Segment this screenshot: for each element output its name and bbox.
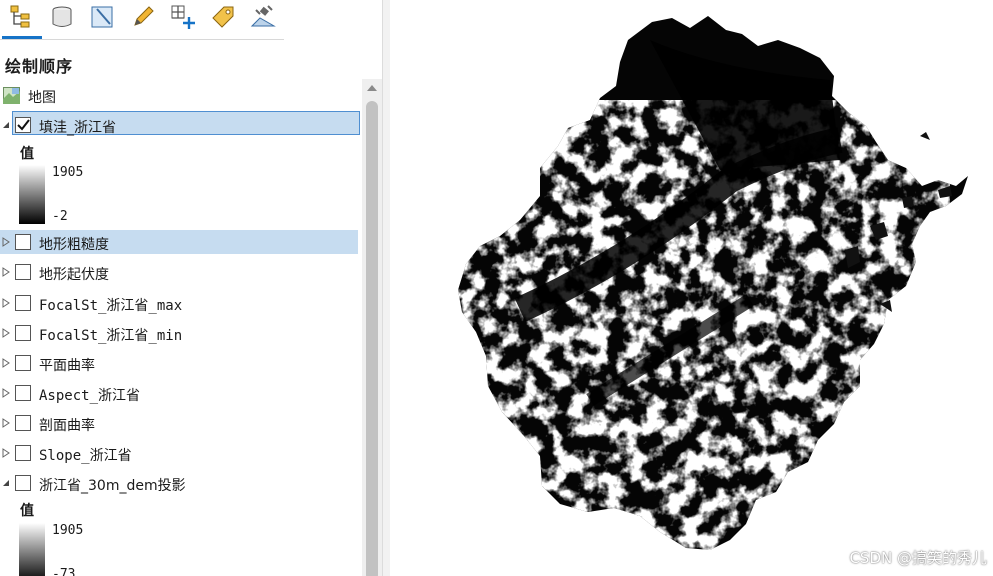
- layer-visibility-checkbox[interactable]: [15, 355, 31, 371]
- layer-visibility-checkbox[interactable]: [15, 385, 31, 401]
- layer-visibility-checkbox[interactable]: [15, 295, 31, 311]
- contents-toolbar: [0, 0, 284, 44]
- layer-visibility-checkbox[interactable]: [15, 264, 31, 280]
- list-by-perspective-imagery-button[interactable]: [248, 0, 278, 34]
- expander-collapsed-icon[interactable]: [2, 387, 10, 399]
- expander-collapsed-icon[interactable]: [2, 357, 10, 369]
- expander-collapsed-icon[interactable]: [2, 266, 10, 278]
- map-item-label: 地图: [28, 90, 56, 106]
- layer-label: 填洼_浙江省: [39, 120, 116, 136]
- layer-visibility-checkbox[interactable]: [15, 117, 31, 133]
- color-ramp: [19, 523, 45, 576]
- layer-label: Aspect_浙江省: [39, 388, 141, 404]
- layer-label: Slope_浙江省: [39, 448, 132, 464]
- contents-pane: 绘制顺序 地图 填洼_浙江省 值 1905 -2 地形粗糙度 地形起伏度 Foc…: [0, 0, 382, 576]
- layer-row-contents: 填洼_浙江省: [0, 113, 362, 137]
- list-by-snapping-icon: [171, 5, 195, 29]
- expander-expanded-icon[interactable]: [2, 477, 10, 489]
- pane-title: 绘制顺序: [5, 57, 74, 76]
- list-by-selection-icon: [91, 6, 113, 28]
- list-by-drawing-order-button[interactable]: [6, 0, 36, 34]
- layer-row[interactable]: 地形起伏度: [0, 260, 362, 284]
- ramp-high-value: 1905: [52, 523, 84, 538]
- list-by-editing-icon: [134, 6, 154, 26]
- list-by-source-button[interactable]: [47, 0, 77, 34]
- toolbar-divider: [0, 39, 284, 40]
- scroll-up-arrow-icon[interactable]: [367, 85, 377, 91]
- map-item[interactable]: 地图: [0, 83, 362, 107]
- list-by-drawing-order-icon: [10, 5, 30, 28]
- layer-label: 浙江省_30m_dem投影: [39, 478, 186, 494]
- expander-collapsed-icon[interactable]: [2, 327, 10, 339]
- map-view[interactable]: CSDN @搞笑的秀儿: [390, 0, 993, 576]
- layer-row[interactable]: Slope_浙江省: [0, 441, 362, 465]
- dem-raster-layer: [458, 16, 968, 550]
- layer-row[interactable]: 浙江省_30m_dem投影: [0, 471, 362, 495]
- expander-collapsed-icon[interactable]: [2, 417, 10, 429]
- layer-row[interactable]: FocalSt_浙江省_min: [0, 321, 362, 345]
- expander-expanded-icon[interactable]: [2, 119, 10, 131]
- layer-label: 平面曲率: [39, 358, 95, 374]
- layer-visibility-checkbox[interactable]: [15, 325, 31, 341]
- layer-label: 地形粗糙度: [39, 237, 109, 253]
- ramp-high-value: 1905: [52, 165, 84, 180]
- layer-row[interactable]: FocalSt_浙江省_max: [0, 291, 362, 315]
- layer-row[interactable]: 地形粗糙度: [0, 230, 358, 254]
- layer-visibility-checkbox[interactable]: [15, 445, 31, 461]
- ramp-low-value: -2: [52, 209, 68, 224]
- expander-collapsed-icon[interactable]: [2, 236, 10, 248]
- expander-collapsed-icon[interactable]: [2, 447, 10, 459]
- color-ramp: [19, 165, 45, 224]
- layer-row[interactable]: Aspect_浙江省: [0, 381, 362, 405]
- layer-visibility-checkbox[interactable]: [15, 234, 31, 250]
- symbology-heading: 值: [20, 503, 34, 519]
- list-by-labeling-button[interactable]: [208, 0, 238, 34]
- symbology-heading: 值: [20, 146, 34, 162]
- layer-visibility-checkbox[interactable]: [15, 475, 31, 491]
- checkmark-icon: [17, 119, 30, 131]
- layer-label: 地形起伏度: [39, 267, 109, 283]
- layer-visibility-checkbox[interactable]: [15, 415, 31, 431]
- layer-row[interactable]: 平面曲率: [0, 351, 362, 375]
- scrollbar-thumb[interactable]: [366, 101, 378, 576]
- list-by-labeling-icon: [212, 6, 234, 28]
- expander-collapsed-icon[interactable]: [2, 297, 10, 309]
- list-by-perspective-imagery-icon: [250, 5, 276, 27]
- ramp-low-value: -73: [52, 567, 76, 576]
- map-icon: [3, 87, 20, 104]
- watermark: CSDN @搞笑的秀儿: [849, 549, 987, 567]
- list-by-editing-button[interactable]: [128, 0, 158, 34]
- list-by-source-icon: [52, 6, 72, 27]
- layer-label: FocalSt_浙江省_max: [39, 298, 183, 314]
- vertical-scrollbar[interactable]: [362, 79, 382, 576]
- layer-label: FocalSt_浙江省_min: [39, 328, 183, 344]
- list-by-snapping-button[interactable]: [168, 0, 198, 34]
- list-by-selection-button[interactable]: [87, 0, 117, 34]
- layer-row[interactable]: 剖面曲率: [0, 411, 362, 435]
- layer-label: 剖面曲率: [39, 418, 95, 434]
